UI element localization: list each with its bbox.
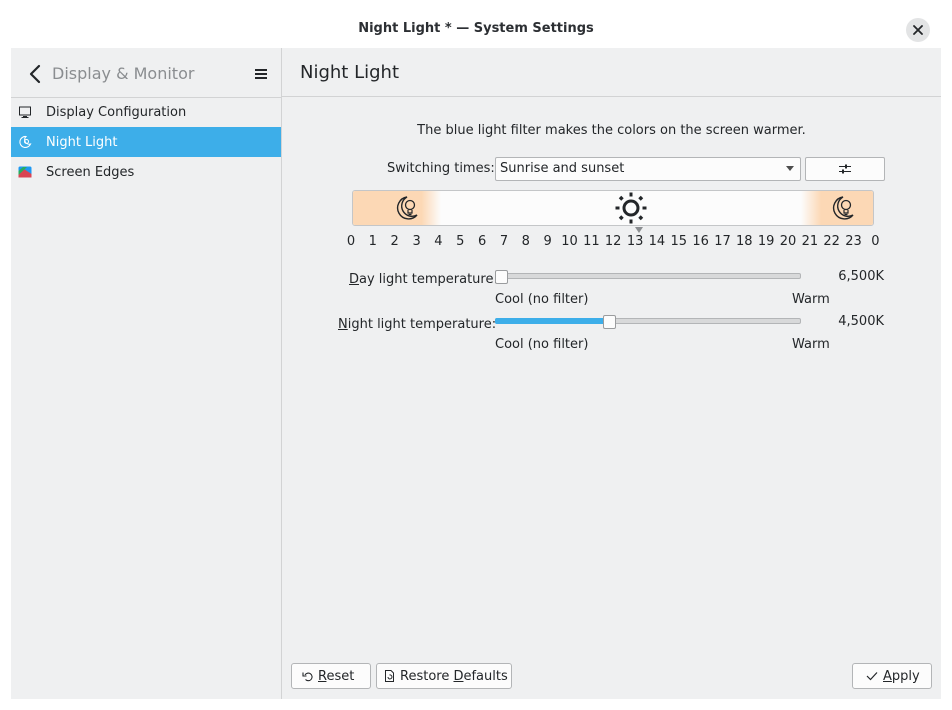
hour-label: 8 <box>521 234 530 249</box>
night-temperature-min-label: Cool (no filter) <box>495 337 589 352</box>
night-light-icon <box>832 196 854 220</box>
checkmark-icon <box>866 671 878 681</box>
back-arrow-icon[interactable] <box>27 64 45 84</box>
switching-times-dropdown[interactable]: Sunrise and sunset <box>495 157 801 181</box>
hour-label: 7 <box>499 234 509 249</box>
hour-label: 23 <box>845 234 862 249</box>
hour-label: 3 <box>412 234 421 249</box>
night-light-page: The blue light filter makes the colors o… <box>282 97 941 699</box>
hour-label: 19 <box>757 234 775 249</box>
undo-icon <box>302 671 313 682</box>
intro-text: The blue light filter makes the colors o… <box>417 123 806 138</box>
switching-times-label: Switching times: <box>387 161 495 176</box>
current-time-marker <box>635 227 643 233</box>
sidebar-item-night-light[interactable]: Night Light <box>11 127 281 157</box>
hour-label: 17 <box>714 234 731 249</box>
configure-sliders-icon <box>839 164 851 174</box>
apply-label: Apply <box>883 668 920 684</box>
sidebar-item-label: Night Light <box>46 134 118 150</box>
close-button[interactable] <box>906 18 930 42</box>
sidebar-list: Display Configuration Night Light Screen… <box>11 97 281 187</box>
reset-button[interactable]: Reset <box>291 663 371 689</box>
restore-defaults-label: Restore Defaults <box>400 668 508 684</box>
night-temperature-value: 4,500K <box>838 314 884 329</box>
hour-label: 10 <box>561 234 578 249</box>
hour-label: 5 <box>456 234 465 249</box>
hour-label: 12 <box>604 234 622 249</box>
night-temperature-label: Night light temperature: <box>338 317 497 332</box>
title-bar: Night Light * — System Settings <box>0 0 952 48</box>
night-light-icon <box>396 196 418 220</box>
hour-label: 18 <box>736 234 753 249</box>
page-title: Night Light <box>300 62 399 83</box>
night-temperature-slider-fill <box>495 318 607 324</box>
day-temperature-min-label: Cool (no filter) <box>495 292 589 307</box>
hour-label: 1 <box>368 234 377 249</box>
hour-label: 16 <box>692 234 709 249</box>
day-temperature-slider-handle[interactable] <box>495 270 508 284</box>
sidebar-heading[interactable]: Display & Monitor <box>52 64 194 83</box>
reset-label: Reset <box>318 668 355 684</box>
document-revert-icon <box>384 670 395 682</box>
hour-label: 13 <box>626 234 644 249</box>
monitor-icon <box>18 105 32 119</box>
screen-edges-icon <box>18 165 32 179</box>
sidebar-item-display-configuration[interactable]: Display Configuration <box>11 97 281 127</box>
sidebar-item-screen-edges[interactable]: Screen Edges <box>11 157 281 187</box>
dropdown-arrow-icon <box>786 166 794 171</box>
hour-label: 15 <box>670 234 688 249</box>
sidebar-item-label: Screen Edges <box>46 164 135 180</box>
hour-label: 20 <box>779 234 797 249</box>
day-temperature-value: 6,500K <box>838 269 884 284</box>
configure-times-button[interactable] <box>805 157 885 181</box>
sidebar-item-label: Display Configuration <box>46 104 187 120</box>
hour-label: 22 <box>823 234 840 249</box>
window-title: Night Light * — System Settings <box>358 21 594 36</box>
hour-label: 14 <box>648 234 666 249</box>
night-temperature-slider-handle[interactable] <box>602 315 616 329</box>
switching-times-value: Sunrise and sunset <box>500 161 625 176</box>
hour-label: 0 <box>871 234 880 249</box>
close-icon <box>913 25 923 35</box>
settings-window: Display & Monitor Night Light Display Co… <box>11 48 941 699</box>
hour-label: 0 <box>346 234 356 249</box>
hour-label: 21 <box>801 234 819 249</box>
hamburger-menu-icon[interactable] <box>254 67 268 81</box>
sidebar-header: Display & Monitor <box>11 48 281 98</box>
day-temperature-max-label: Warm <box>792 292 830 307</box>
hour-labels: 0 1 2 3 4 5 6 7 8 9 10 11 12 13 14 15 16 17 18 19 20 21 22 23 0 <box>282 234 941 250</box>
day-temperature-label: Day light temperature: <box>349 272 498 287</box>
hour-label: 6 <box>477 234 487 249</box>
hour-label: 9 <box>543 234 552 249</box>
day-temperature-slider[interactable] <box>495 273 801 279</box>
restore-defaults-button[interactable]: Restore Defaults <box>376 663 512 689</box>
hour-label: 2 <box>390 234 399 249</box>
hour-label: 11 <box>583 234 600 249</box>
night-light-icon <box>18 135 32 149</box>
night-temperature-max-label: Warm <box>792 337 830 352</box>
apply-button[interactable]: Apply <box>852 663 932 689</box>
hour-label: 4 <box>434 234 443 249</box>
day-night-timeline <box>352 190 874 226</box>
sun-icon <box>615 192 647 224</box>
